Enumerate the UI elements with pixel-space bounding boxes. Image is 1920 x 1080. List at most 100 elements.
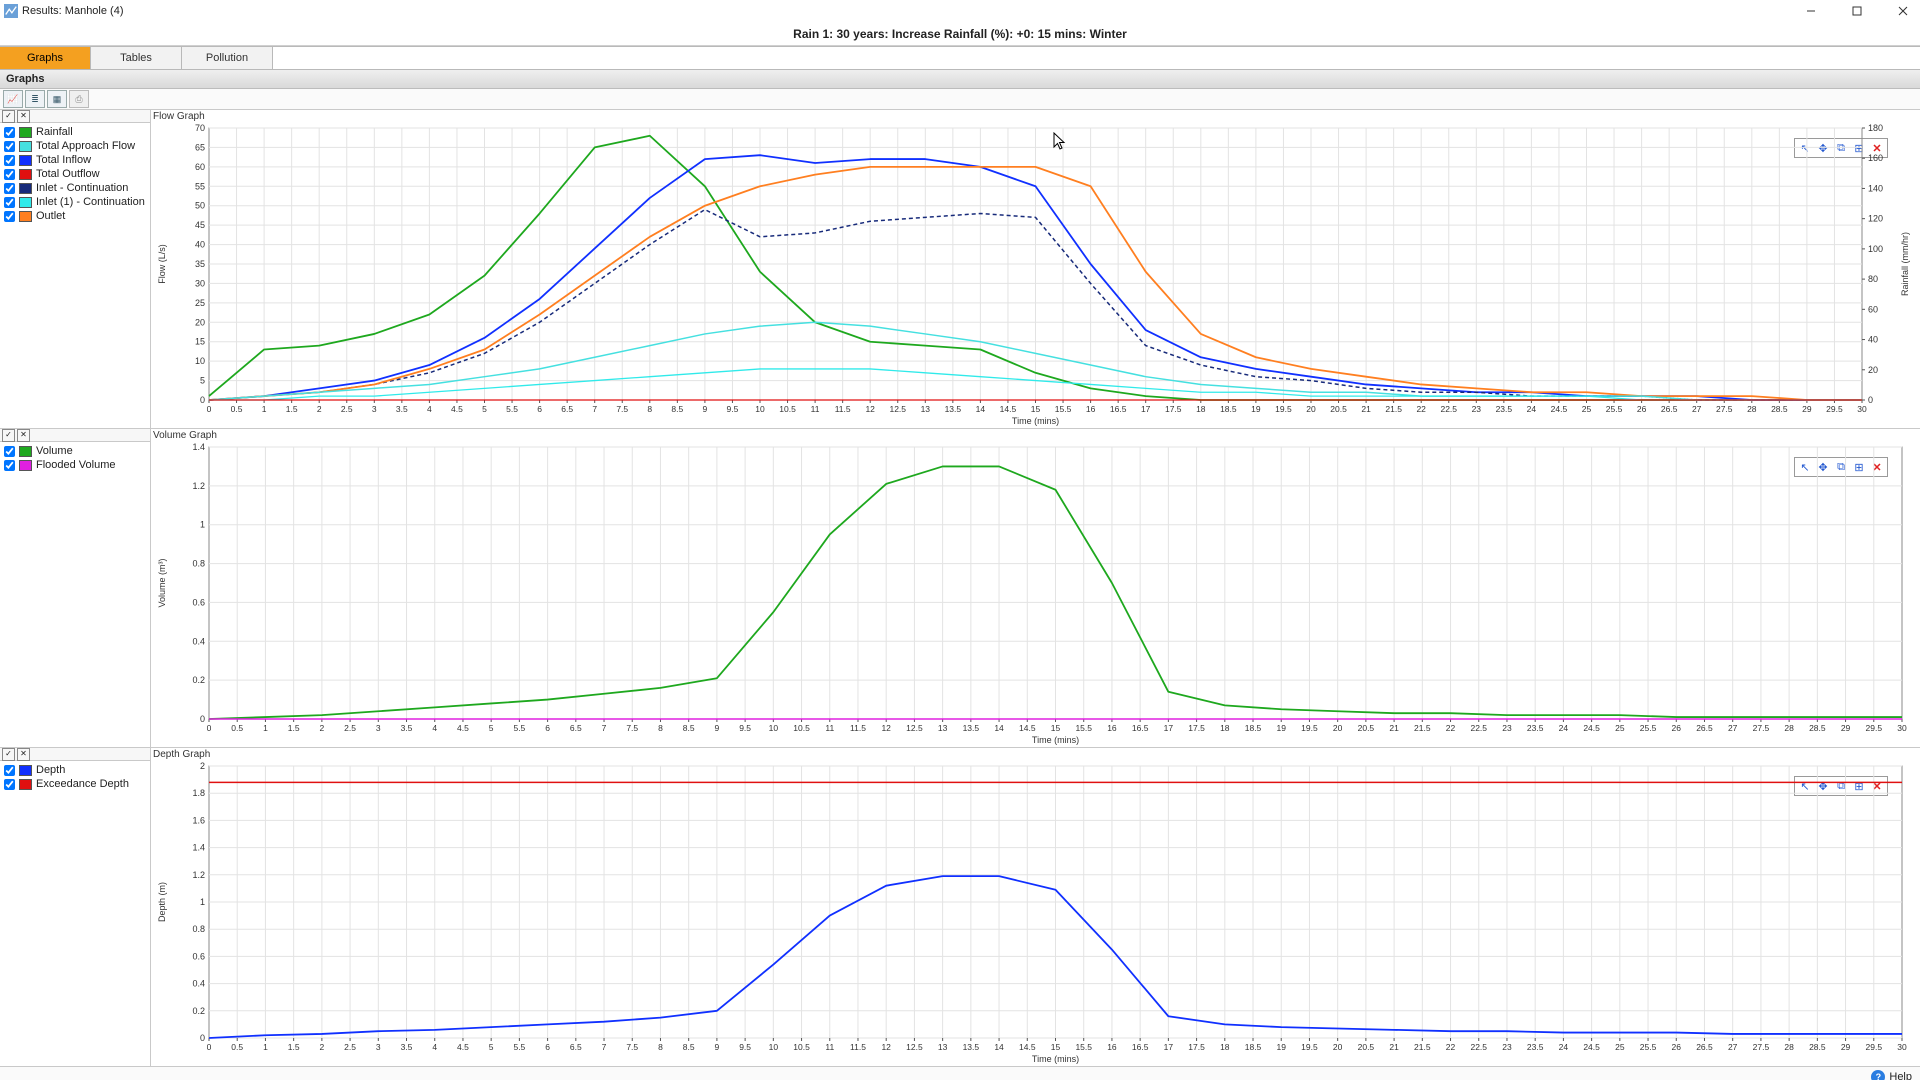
legend-checkbox[interactable]	[4, 211, 15, 222]
legend-checkbox[interactable]	[4, 183, 15, 194]
legend-close[interactable]: ✕	[17, 429, 30, 442]
legend-label: Total Outflow	[36, 168, 100, 180]
svg-text:1: 1	[263, 723, 268, 733]
legend-checkbox[interactable]	[4, 460, 15, 471]
svg-text:1.2: 1.2	[192, 481, 205, 491]
svg-text:22.5: 22.5	[1440, 404, 1457, 414]
svg-text:15: 15	[195, 337, 205, 347]
legend-label: Volume	[36, 445, 73, 457]
svg-text:15.5: 15.5	[1075, 723, 1092, 733]
minimize-button[interactable]	[1794, 0, 1828, 22]
legend-checkbox[interactable]	[4, 155, 15, 166]
legend-toggle-all[interactable]: ✓	[2, 429, 15, 442]
chart-column: Volume Graph↖✥⧉⊞✕00.20.40.60.811.21.400.…	[151, 429, 1920, 747]
legend-item[interactable]: Outlet	[2, 209, 148, 223]
svg-text:23: 23	[1502, 1042, 1512, 1052]
legend-item[interactable]: Volume	[2, 444, 148, 458]
svg-text:5.5: 5.5	[513, 723, 525, 733]
legend-checkbox[interactable]	[4, 446, 15, 457]
svg-text:1: 1	[200, 520, 205, 530]
svg-text:1.5: 1.5	[286, 404, 298, 414]
svg-text:0.6: 0.6	[192, 951, 205, 961]
svg-text:13: 13	[921, 404, 931, 414]
svg-text:27: 27	[1728, 723, 1738, 733]
legend-checkbox[interactable]	[4, 779, 15, 790]
svg-text:19.5: 19.5	[1275, 404, 1292, 414]
svg-text:6: 6	[537, 404, 542, 414]
svg-text:50: 50	[195, 201, 205, 211]
tab-tables[interactable]: Tables	[91, 47, 182, 69]
legend-item[interactable]: Total Outflow	[2, 167, 148, 181]
legend-label: Total Inflow	[36, 154, 91, 166]
chart-pane: ✓✕ RainfallTotal Approach FlowTotal Inflo…	[0, 110, 1920, 429]
svg-text:28.5: 28.5	[1771, 404, 1788, 414]
svg-text:80: 80	[1868, 274, 1878, 284]
svg-text:7: 7	[592, 404, 597, 414]
grid-icon[interactable]: ▦	[47, 90, 67, 108]
chart-plot[interactable]: ↖✥⧉⊞✕051015202530354045505560657000.511.…	[151, 122, 1916, 428]
svg-text:10.5: 10.5	[779, 404, 796, 414]
svg-text:25: 25	[1582, 404, 1592, 414]
print-icon[interactable]: ⎙	[69, 90, 89, 108]
legend-toggle-all[interactable]: ✓	[2, 110, 15, 123]
legend-checkbox[interactable]	[4, 169, 15, 180]
svg-text:2: 2	[319, 723, 324, 733]
svg-text:15.5: 15.5	[1075, 1042, 1092, 1052]
tab-pollution[interactable]: Pollution	[182, 47, 273, 69]
svg-text:60: 60	[195, 162, 205, 172]
legend-item[interactable]: Rainfall	[2, 125, 148, 139]
svg-text:24.5: 24.5	[1551, 404, 1568, 414]
svg-text:11: 11	[825, 723, 834, 733]
svg-text:2.5: 2.5	[344, 1042, 356, 1052]
chart-title: Depth Graph	[151, 748, 1916, 760]
legend-toggle-all[interactable]: ✓	[2, 748, 15, 761]
svg-text:4.5: 4.5	[451, 404, 463, 414]
svg-text:Time (mins): Time (mins)	[1032, 735, 1079, 745]
svg-text:0: 0	[200, 714, 205, 724]
legend-close[interactable]: ✕	[17, 748, 30, 761]
help-icon[interactable]: ?	[1871, 1070, 1885, 1080]
close-button[interactable]	[1886, 0, 1920, 22]
legend-item[interactable]: Total Inflow	[2, 153, 148, 167]
tab-graphs[interactable]: Graphs	[0, 47, 91, 69]
legend-header: ✓✕	[0, 429, 150, 442]
chart-plot[interactable]: ↖✥⧉⊞✕00.20.40.60.811.21.41.61.8200.511.5…	[151, 760, 1916, 1066]
legend-swatch	[19, 765, 32, 776]
legend-item[interactable]: Flooded Volume	[2, 458, 148, 472]
svg-text:13: 13	[938, 1042, 948, 1052]
legend-item[interactable]: Depth	[2, 763, 148, 777]
svg-text:19: 19	[1276, 1042, 1286, 1052]
legend-close[interactable]: ✕	[17, 110, 30, 123]
svg-text:21: 21	[1389, 723, 1399, 733]
svg-text:40: 40	[1868, 335, 1878, 345]
legend-checkbox[interactable]	[4, 127, 15, 138]
svg-text:19: 19	[1251, 404, 1261, 414]
legend-item[interactable]: Inlet (1) - Continuation	[2, 195, 148, 209]
svg-text:21: 21	[1361, 404, 1371, 414]
svg-text:4: 4	[432, 723, 437, 733]
legend-item[interactable]: Inlet - Continuation	[2, 181, 148, 195]
svg-text:6: 6	[545, 723, 550, 733]
layers-icon[interactable]: ≣	[25, 90, 45, 108]
svg-text:24: 24	[1559, 723, 1569, 733]
svg-text:0: 0	[207, 1042, 212, 1052]
chart-title: Volume Graph	[151, 429, 1916, 441]
svg-text:28: 28	[1747, 404, 1757, 414]
legend-checkbox[interactable]	[4, 765, 15, 776]
legend-checkbox[interactable]	[4, 141, 15, 152]
legend-checkbox[interactable]	[4, 197, 15, 208]
line-chart-icon[interactable]: 📈	[3, 90, 23, 108]
svg-text:24: 24	[1559, 1042, 1569, 1052]
svg-text:25: 25	[1615, 723, 1625, 733]
svg-text:28: 28	[1784, 723, 1794, 733]
legend-swatch	[19, 169, 32, 180]
help-label[interactable]: Help	[1889, 1071, 1912, 1080]
svg-text:15: 15	[1031, 404, 1041, 414]
svg-text:11: 11	[811, 404, 820, 414]
svg-text:14.5: 14.5	[1019, 723, 1036, 733]
maximize-button[interactable]	[1840, 0, 1874, 22]
legend-swatch	[19, 779, 32, 790]
legend-item[interactable]: Exceedance Depth	[2, 777, 148, 791]
legend-item[interactable]: Total Approach Flow	[2, 139, 148, 153]
chart-plot[interactable]: ↖✥⧉⊞✕00.20.40.60.811.21.400.511.522.533.…	[151, 441, 1916, 747]
